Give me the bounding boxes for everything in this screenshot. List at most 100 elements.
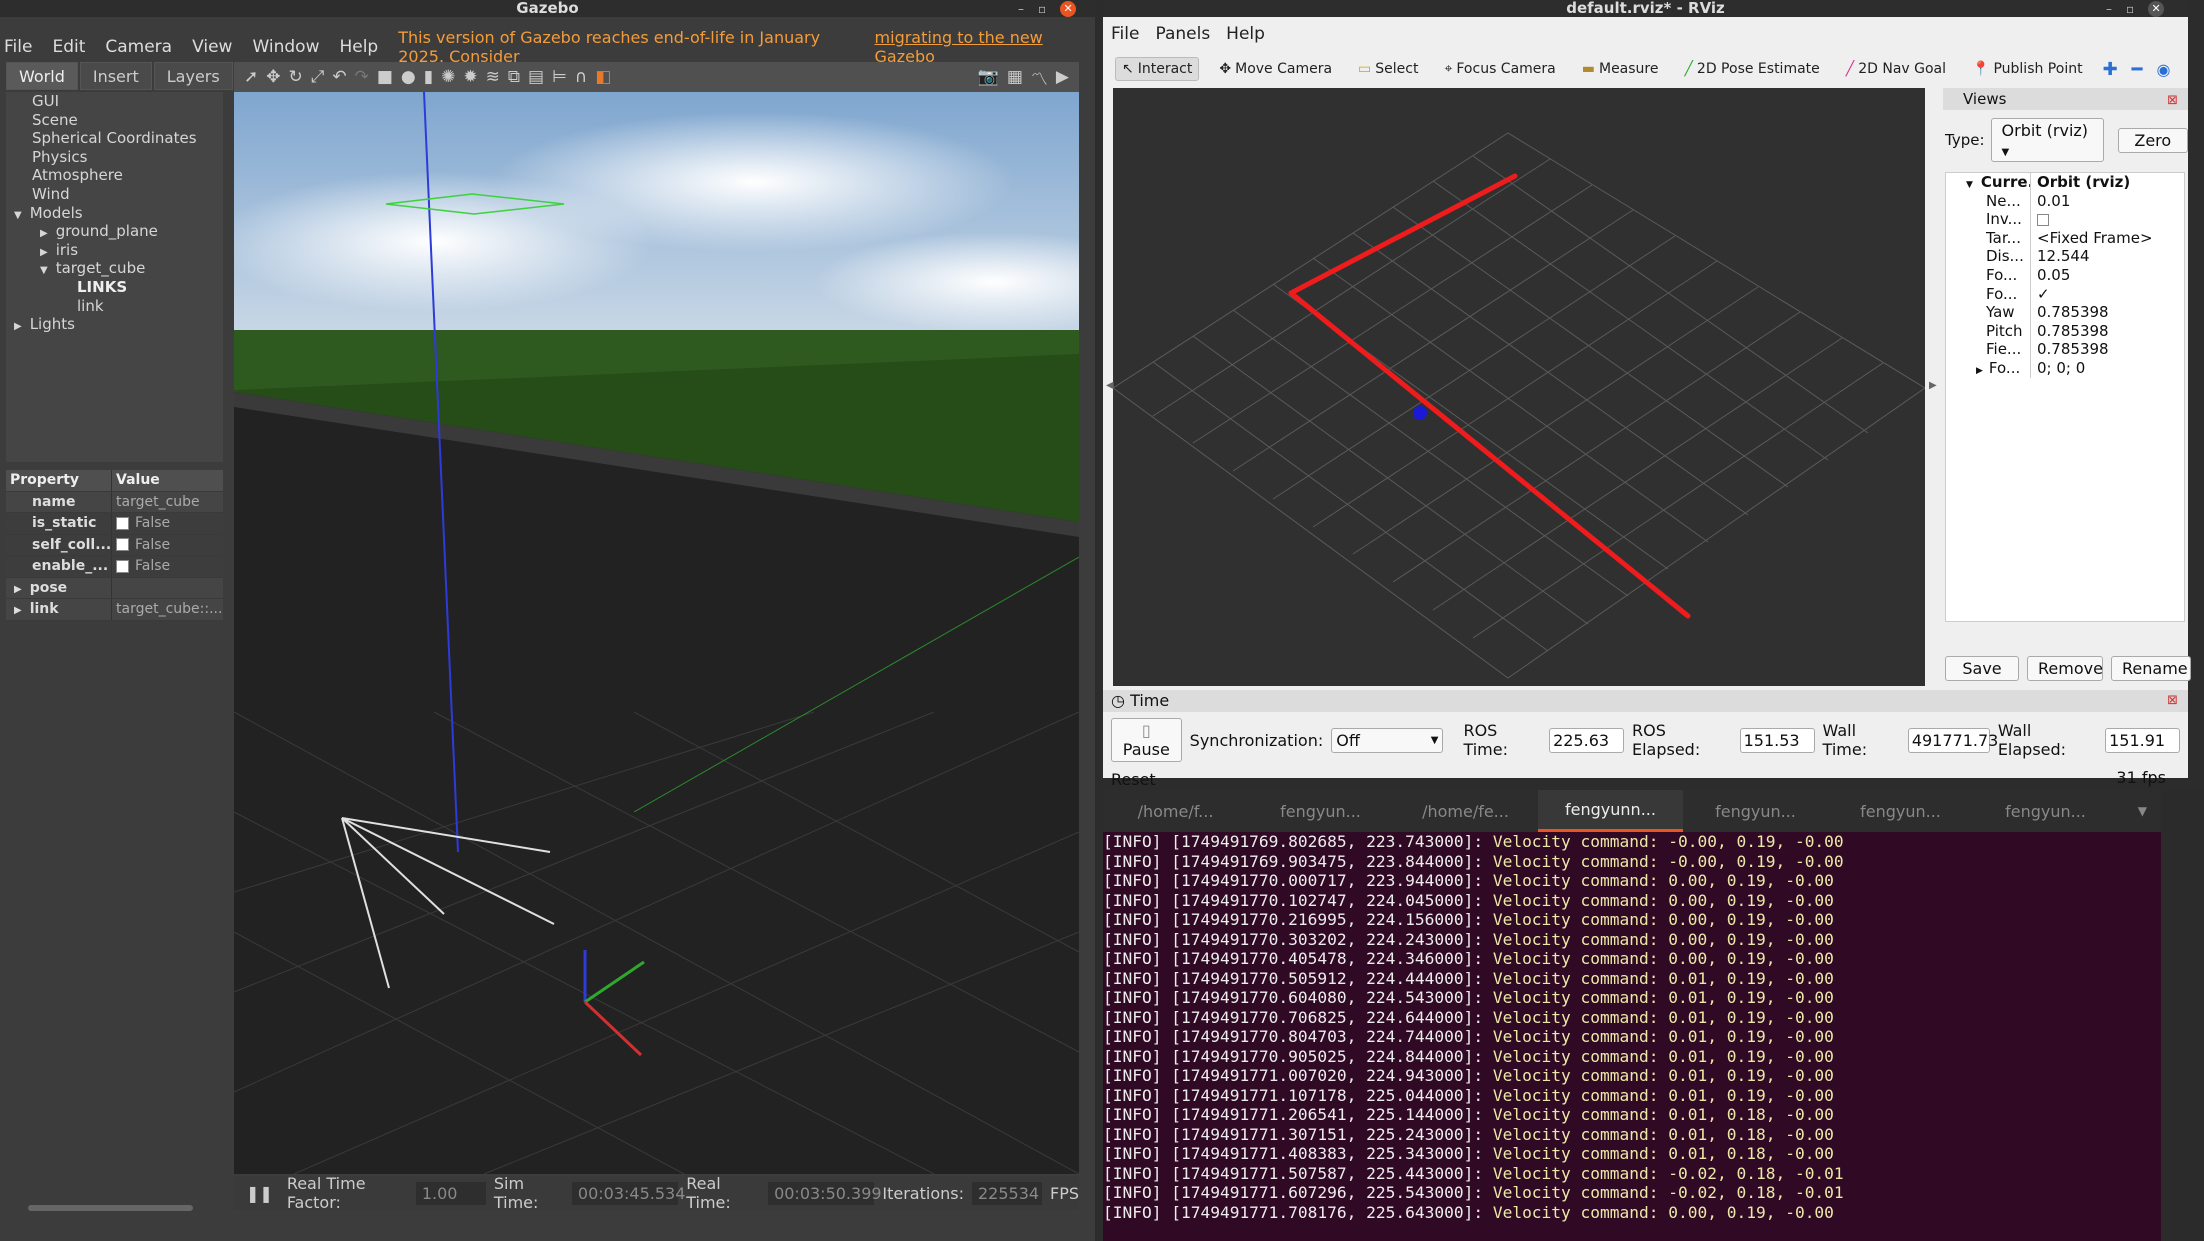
tree-item-target-cube[interactable]: ▼ target_cube: [6, 259, 223, 278]
save-button[interactable]: Save: [1945, 656, 2019, 681]
property-row[interactable]: enable_... False: [6, 556, 223, 578]
view-row[interactable]: ▼ Curre...Orbit (rviz): [1946, 173, 2184, 192]
record-video-icon[interactable]: ▶: [1056, 67, 1069, 87]
chevron-right-icon[interactable]: ▶: [40, 228, 48, 239]
chevron-down-icon[interactable]: ▼: [1966, 180, 1973, 190]
sphere-icon[interactable]: ●: [401, 67, 416, 87]
tree-item-scene[interactable]: Scene: [6, 111, 223, 130]
chevron-right-icon[interactable]: ▶: [14, 605, 22, 616]
property-row[interactable]: ▶ link target_cube::...: [6, 599, 223, 621]
sync-select[interactable]: Off ▼: [1331, 727, 1444, 753]
change-view-icon[interactable]: ◧: [595, 67, 611, 87]
paste-icon[interactable]: ▤: [528, 67, 544, 87]
tabs-dropdown-icon[interactable]: ▼: [2138, 804, 2147, 818]
maximize-icon[interactable]: ▫: [1038, 2, 1046, 16]
menu-file[interactable]: File: [4, 37, 32, 57]
invert-checkbox[interactable]: [2037, 213, 2049, 226]
tree-item-link[interactable]: link: [6, 297, 223, 316]
terminal-tab[interactable]: /home/fe...: [1393, 802, 1538, 821]
pause-button[interactable]: ▯ Pause: [1111, 718, 1182, 762]
menu-help[interactable]: Help: [339, 37, 378, 57]
chevron-right-icon[interactable]: ▶: [14, 584, 22, 595]
view-value[interactable]: ✓: [2030, 284, 2050, 304]
property-row[interactable]: self_coll... False: [6, 534, 223, 556]
view-row[interactable]: Fo... 0.05: [1946, 265, 2184, 285]
chevron-right-icon[interactable]: ▶: [14, 321, 22, 332]
tree-item-models[interactable]: ▼ Models: [6, 204, 223, 223]
view-row[interactable]: Dis... 12.544: [1946, 247, 2184, 266]
chevron-down-icon[interactable]: ▼: [14, 210, 22, 221]
terminal-tab[interactable]: fengyun...: [1683, 802, 1828, 821]
align-icon[interactable]: ⊨: [552, 67, 567, 87]
tree-item-atmosphere[interactable]: Atmosphere: [6, 166, 223, 185]
tool-2d-nav-goal[interactable]: ╱ 2D Nav Goal: [1840, 58, 1952, 80]
menu-view[interactable]: View: [192, 37, 232, 57]
spot-light-icon[interactable]: ✹: [463, 67, 477, 87]
remove-tool-icon[interactable]: ━: [2132, 59, 2143, 80]
menu-camera[interactable]: Camera: [105, 37, 172, 57]
menu-help[interactable]: Help: [1226, 24, 1265, 44]
tree-item-iris[interactable]: ▶ iris: [6, 241, 223, 260]
undo-icon[interactable]: ↶: [332, 67, 346, 87]
scale-icon[interactable]: ⤢: [311, 67, 325, 87]
tree-item-gui[interactable]: GUI: [6, 92, 223, 111]
view-row[interactable]: Yaw 0.785398: [1946, 303, 2184, 322]
view-row[interactable]: Ne... 0.01: [1946, 191, 2184, 211]
collapse-left-icon[interactable]: ◀: [1106, 380, 1114, 391]
terminal-tab[interactable]: fengyun...: [1828, 802, 1973, 821]
view-row[interactable]: Inv...: [1946, 210, 2184, 229]
reset-button[interactable]: Reset: [1111, 770, 1156, 789]
chevron-right-icon[interactable]: ▶: [40, 247, 48, 258]
view-row[interactable]: Fie... 0.785398: [1946, 340, 2184, 359]
left-scrollbar[interactable]: [28, 1205, 193, 1211]
tool-select[interactable]: ▭ Select: [1352, 58, 1424, 80]
property-row[interactable]: is_static False: [6, 513, 223, 535]
add-tool-icon[interactable]: ✚: [2103, 59, 2118, 80]
menu-file[interactable]: File: [1111, 24, 1139, 44]
chevron-right-icon[interactable]: ▶: [1976, 366, 1983, 376]
camera-type-icon[interactable]: ◉: [2157, 60, 2171, 79]
tab-insert[interactable]: Insert: [79, 62, 152, 90]
type-select[interactable]: Orbit (rviz) ▼: [1990, 118, 2104, 162]
tree-item-ground-plane[interactable]: ▶ ground_plane: [6, 222, 223, 241]
terminal-tab[interactable]: fengyun...: [1973, 802, 2118, 821]
rename-button[interactable]: Rename: [2111, 656, 2191, 681]
chevron-down-icon[interactable]: ▼: [40, 265, 48, 276]
tool-move-camera[interactable]: ✥ Move Camera: [1213, 58, 1338, 80]
cylinder-icon[interactable]: ▮: [424, 67, 433, 87]
menu-panels[interactable]: Panels: [1155, 24, 1210, 44]
rotate-icon[interactable]: ↻: [289, 67, 303, 87]
tree-item-physics[interactable]: Physics: [6, 148, 223, 167]
copy-icon[interactable]: ⧉: [508, 67, 520, 87]
tab-layers[interactable]: Layers: [153, 62, 233, 90]
select-arrow-icon[interactable]: ➚: [244, 67, 258, 87]
translate-icon[interactable]: ✥: [266, 67, 280, 87]
log-icon[interactable]: ▦: [1007, 67, 1023, 87]
pause-icon[interactable]: ❚❚: [246, 1184, 273, 1203]
view-row[interactable]: Tar... <Fixed Frame>: [1946, 228, 2184, 248]
maximize-icon[interactable]: ▫: [2126, 2, 2134, 16]
checkbox[interactable]: [116, 516, 129, 530]
property-row[interactable]: ▶ pose: [6, 577, 223, 599]
tree-item-lights[interactable]: ▶ Lights: [6, 315, 223, 334]
eol-link[interactable]: migrating to the new Gazebo: [875, 28, 1075, 66]
terminal-tab[interactable]: fengyun...: [1248, 802, 1393, 821]
close-panel-icon[interactable]: ⊠: [2167, 690, 2178, 712]
redo-icon[interactable]: ↷: [355, 67, 369, 87]
checkbox[interactable]: [116, 538, 129, 551]
terminal-output[interactable]: [INFO] [1749491769.802685, 223.743000]: …: [1103, 832, 2161, 1222]
screenshot-icon[interactable]: 📷: [978, 67, 999, 87]
close-icon[interactable]: ✕: [1060, 0, 1077, 17]
remove-button[interactable]: Remove: [2027, 656, 2103, 681]
tool-2d-pose-estimate[interactable]: ╱ 2D Pose Estimate: [1678, 58, 1825, 80]
view-row[interactable]: Fo... ✓: [1946, 284, 2184, 304]
collapse-right-icon[interactable]: ▶: [1929, 380, 1937, 391]
minimize-icon[interactable]: –: [1018, 2, 1024, 16]
view-row[interactable]: ▶ Fo... 0; 0; 0: [1946, 358, 2184, 378]
zero-button[interactable]: Zero: [2117, 127, 2188, 153]
gazebo-3d-viewport[interactable]: [234, 92, 1079, 1174]
terminal-tab[interactable]: /home/f...: [1103, 802, 1248, 821]
minimize-icon[interactable]: –: [2106, 2, 2112, 16]
tab-world[interactable]: World: [6, 62, 78, 90]
view-row[interactable]: Pitch 0.785398: [1946, 321, 2184, 341]
